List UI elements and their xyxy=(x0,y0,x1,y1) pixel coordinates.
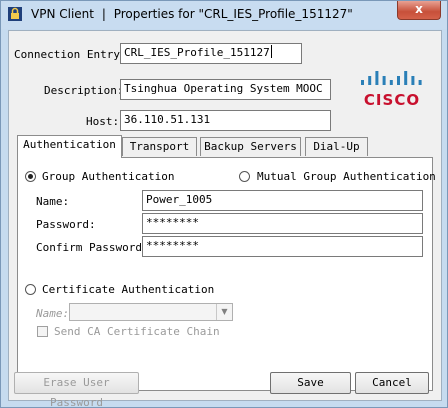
group-auth-radio[interactable] xyxy=(25,171,36,182)
cisco-logo-bar xyxy=(382,76,386,85)
tab-backup-servers[interactable]: Backup Servers xyxy=(200,137,301,156)
text-cursor xyxy=(270,45,272,58)
cert-auth-radio[interactable] xyxy=(25,284,36,295)
title-bar[interactable]: VPN Client | Properties for "CRL_IES_Pro… xyxy=(1,1,447,29)
dialog-body: Connection Entry: CRL_IES_Profile_151127… xyxy=(8,30,442,407)
cisco-logo-bar xyxy=(411,76,415,85)
cisco-logo-bars xyxy=(361,71,422,85)
confirm-password-value: ******** xyxy=(146,239,199,252)
confirm-password-field[interactable]: ******** xyxy=(142,236,423,257)
connection-entry-field[interactable]: CRL_IES_Profile_151127 xyxy=(120,43,302,64)
tab-dial-up[interactable]: Dial-Up xyxy=(305,137,368,156)
cisco-logo-bar xyxy=(404,71,408,85)
password-value: ******** xyxy=(146,216,199,229)
description-label: Description: xyxy=(44,84,124,97)
app-name: VPN Client xyxy=(31,7,94,21)
close-icon: x xyxy=(415,2,423,16)
host-field[interactable]: 36.110.51.131 xyxy=(120,110,331,131)
password-label: Password: xyxy=(36,218,96,231)
save-button[interactable]: Save xyxy=(270,372,351,394)
password-field[interactable]: ******** xyxy=(142,213,423,234)
cisco-logo: CISCO xyxy=(355,67,429,115)
send-ca-checkbox[interactable] xyxy=(37,326,48,337)
mutual-auth-label[interactable]: Mutual Group Authentication xyxy=(257,170,436,183)
tab-authentication[interactable]: Authentication xyxy=(17,135,122,158)
authentication-panel: Group Authentication Mutual Group Authen… xyxy=(17,157,436,391)
cisco-logo-bar xyxy=(361,80,364,85)
group-auth-label[interactable]: Group Authentication xyxy=(42,170,174,183)
connection-entry-label: Connection Entry: xyxy=(14,48,127,61)
connection-entry-value: CRL_IES_Profile_151127 xyxy=(124,46,270,59)
name-label: Name: xyxy=(36,195,70,208)
chevron-down-icon: ▼ xyxy=(216,304,232,320)
close-button[interactable]: x xyxy=(397,1,441,20)
cisco-logo-text: CISCO xyxy=(363,91,421,109)
send-ca-label[interactable]: Send CA Certificate Chain xyxy=(54,325,220,338)
properties-window: VPN Client | Properties for "CRL_IES_Pro… xyxy=(0,0,448,408)
description-field[interactable]: Tsinghua Operating System MOOC xyxy=(120,79,331,100)
window-title: VPN Client | Properties for "CRL_IES_Pro… xyxy=(31,7,353,21)
cancel-button[interactable]: Cancel xyxy=(355,372,429,394)
name-value: Power_1005 xyxy=(146,193,213,206)
window-title-text: Properties for "CRL_IES_Profile_151127" xyxy=(113,7,353,21)
cisco-logo-bar xyxy=(418,80,422,85)
mutual-auth-radio[interactable] xyxy=(239,171,250,182)
cert-auth-label[interactable]: Certificate Authentication xyxy=(42,283,214,296)
confirm-password-label: Confirm Password: xyxy=(36,241,149,254)
vpn-client-icon xyxy=(8,7,22,21)
cert-name-select[interactable]: ▼ xyxy=(69,303,233,321)
host-label: Host: xyxy=(86,115,120,128)
cert-name-label: Name: xyxy=(36,307,70,320)
erase-user-password-button[interactable]: Erase User Password xyxy=(14,372,139,407)
description-value: Tsinghua Operating System MOOC xyxy=(124,82,323,95)
name-field[interactable]: Power_1005 xyxy=(142,190,423,211)
cisco-logo-bar xyxy=(389,80,393,85)
cisco-logo-bar xyxy=(375,71,379,85)
cisco-logo-bar xyxy=(368,76,372,85)
title-separator: | xyxy=(101,7,106,21)
host-value: 36.110.51.131 xyxy=(124,113,211,126)
cisco-logo-bar xyxy=(397,76,400,85)
tab-transport[interactable]: Transport xyxy=(122,137,197,156)
